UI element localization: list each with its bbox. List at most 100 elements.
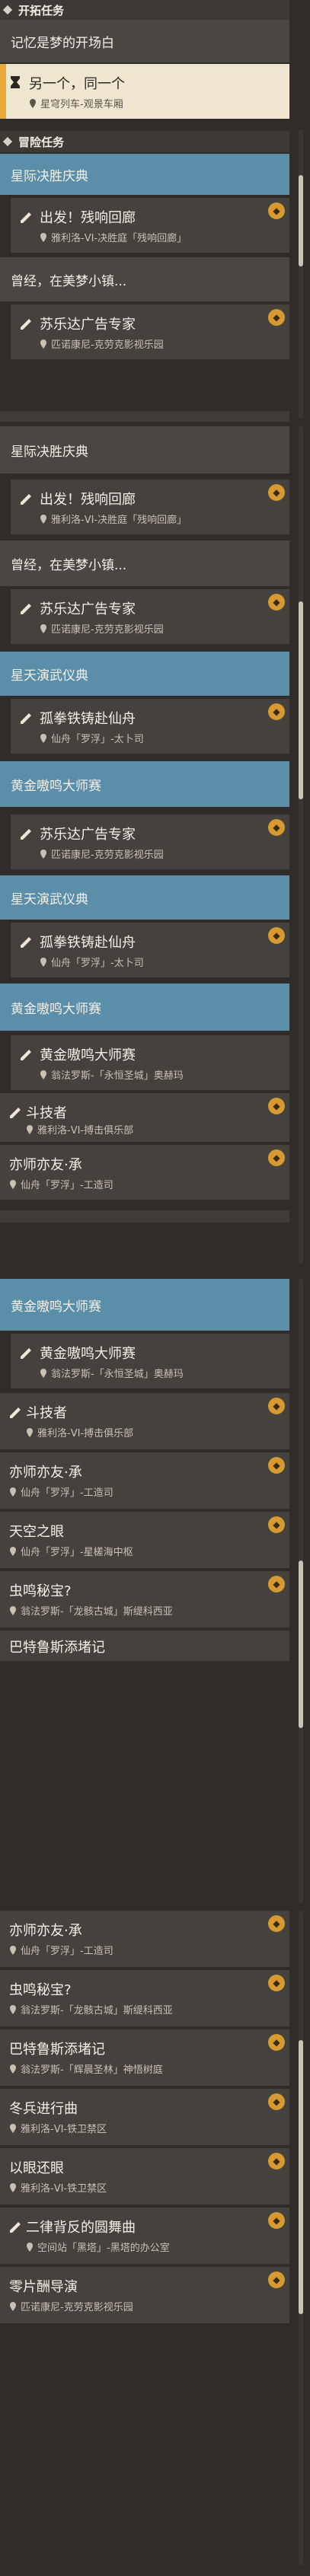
reward-badge-icon: ◆ (268, 819, 285, 836)
location-pin-icon (10, 2004, 16, 2014)
group-header-once[interactable]: 曾经，在美梦小镇... (0, 257, 289, 301)
quest-location: 雅利洛-VI-搏击俱乐部 (26, 1122, 133, 1137)
group-header-stardance[interactable]: 星天演武仪典 (0, 875, 289, 920)
location-pin-icon (40, 849, 46, 859)
group-header-golden[interactable]: 黄金嗷鸣大师赛 (0, 1279, 289, 1331)
hourglass-icon (11, 76, 20, 88)
quest-item-fighter[interactable]: 斗技者 雅利洛-VI-搏击俱乐部 ◆ (0, 1093, 289, 1142)
quest-marker-icon (21, 604, 31, 614)
scrollbar-track[interactable] (299, 129, 303, 419)
group-header-dream[interactable]: 记忆是梦的开场白 (0, 20, 289, 62)
quest-location: 匹诺康尼-克劳克影视乐园 (9, 2299, 133, 2313)
quest-location: 匹诺康尼-克劳克影视乐园 (40, 621, 164, 636)
quest-title: 亦师亦友·承 (9, 1157, 82, 1173)
quest-item-golden-master[interactable]: 黄金嗷鸣大师赛 翁法罗斯-「永恒圣城」奥赫玛 (11, 1035, 289, 1090)
quest-title: 苏乐达广告专家 (40, 601, 136, 617)
section-title: 开拓任务 (18, 3, 65, 18)
group-header-golden[interactable]: 黄金嗷鸣大师赛 (0, 761, 289, 807)
quest-location: 仙舟「罗浮」-星槎海中枢 (9, 1544, 133, 1558)
quest-item-teacher[interactable]: 亦师亦友·承 仙舟「罗浮」-工造司 ◆ (0, 1911, 289, 1967)
quest-location: 翁法罗斯-「永恒圣城」奥赫玛 (40, 1067, 184, 1082)
quest-item-eye4eye[interactable]: 以眼还眼 雅利洛-VI-铁卫禁区 ◆ (0, 2148, 289, 2205)
quest-location-text: 匹诺康尼-克劳克影视乐园 (51, 850, 164, 861)
location-pin-icon (10, 2123, 16, 2133)
quest-item-fist[interactable]: 孤拳铁铸赴仙舟 仙舟「罗浮」-太卜司 ◆ (11, 699, 289, 754)
quest-location-text: 仙舟「罗浮」-太卜司 (51, 958, 144, 969)
quest-marker-icon (10, 1408, 21, 1418)
location-pin-icon (10, 1945, 16, 1955)
quest-title: 斗技者 (26, 1405, 67, 1421)
quest-location-text: 仙舟「罗浮」-星槎海中枢 (21, 1547, 133, 1558)
reward-badge-icon: ◆ (268, 1975, 285, 1991)
reward-badge-icon: ◆ (268, 1915, 285, 1932)
reward-badge-icon: ◆ (268, 484, 285, 501)
quest-item-depart[interactable]: 出发！残响回廊 雅利洛-VI-决胜庭「残响回廊」 ◆ (11, 198, 289, 253)
quest-title: 巴特鲁斯添堵记 (9, 2042, 105, 2058)
scrollbar-thumb[interactable] (299, 175, 303, 266)
quest-title: 亦师亦友·承 (9, 1465, 82, 1481)
group-title: 黄金嗷鸣大师赛 (11, 1001, 101, 1017)
location-pin-icon (27, 1124, 33, 1134)
quest-item-batrus[interactable]: 巴特鲁斯添堵记 (0, 1631, 289, 1661)
location-pin-icon (40, 232, 46, 242)
quest-location-text: 雅利洛-VI-搏击俱乐部 (37, 1125, 134, 1137)
scrollbar-thumb[interactable] (299, 1561, 303, 1728)
quest-item-fist[interactable]: 孤拳铁铸赴仙舟 仙舟「罗浮」-太卜司 ◆ (11, 923, 289, 977)
quest-list-segment: 亦师亦友·承 仙舟「罗浮」-工造司 ◆ 虫鸣秘宝? 翁法罗斯-「龙骸古城」斯缇科… (0, 1911, 310, 2576)
quest-title: 天空之眼 (9, 1524, 64, 1540)
section-header-adventure: 冒险任务 (0, 131, 289, 152)
quest-location-text: 仙舟「罗浮」-工造司 (21, 1946, 113, 1957)
group-title: 星天演武仪典 (11, 668, 88, 684)
quest-location: 匹诺康尼-克劳克影视乐园 (40, 846, 164, 861)
quest-marker-icon (21, 212, 31, 223)
quest-item-sule[interactable]: 苏乐达广告专家 匹诺康尼-克劳克影视乐园 ◆ (11, 815, 289, 869)
quest-location-text: 星穹列车-观景车厢 (40, 99, 123, 110)
quest-item-teacher[interactable]: 亦师亦友·承 仙舟「罗浮」-工造司 ◆ (0, 1145, 289, 1200)
quest-location: 仙舟「罗浮」-工造司 (9, 1177, 113, 1191)
cutoff-row (0, 1210, 289, 1223)
location-pin-icon (10, 2064, 16, 2074)
quest-title: 冬兵进行曲 (9, 2101, 78, 2117)
group-header-star[interactable]: 星际决胜庆典 (0, 426, 289, 473)
quest-item-fighter[interactable]: 斗技者 雅利洛-VI-搏击俱乐部 ◆ (0, 1393, 289, 1449)
group-header-star[interactable]: 星际决胜庆典 (0, 154, 289, 195)
quest-item-depart[interactable]: 出发！残响回廊 雅利洛-VI-决胜庭「残响回廊」 ◆ (11, 480, 289, 534)
quest-item-bug[interactable]: 虫鸣秘宝? 翁法罗斯-「龙骸古城」斯缇科西亚 ◆ (0, 1970, 289, 2026)
location-pin-icon (10, 1179, 16, 1189)
quest-item-winter[interactable]: 冬兵进行曲 雅利洛-VI-铁卫禁区 ◆ (0, 2089, 289, 2145)
quest-item-another-one[interactable]: 另一个，同一个 星穹列车-观景车厢 (0, 64, 289, 119)
group-header-golden[interactable]: 黄金嗷鸣大师赛 (0, 984, 289, 1031)
quest-list-panel: 开拓任务 记忆是梦的开场白 另一个，同一个 星穹列车-观景车厢 冒险任务 星际决… (0, 0, 310, 2576)
quest-title: 以眼还眼 (9, 2160, 64, 2176)
scrollbar-thumb[interactable] (299, 601, 303, 799)
group-title: 星际决胜庆典 (11, 444, 88, 460)
quest-item-bug[interactable]: 虫鸣秘宝? 翁法罗斯-「龙骸古城」斯缇科西亚 ◆ (0, 1571, 289, 1628)
scrollbar-track[interactable] (299, 426, 303, 1264)
quest-item-batrus[interactable]: 巴特鲁斯添堵记 翁法罗斯-「辉晨圣林」神悟树庭 ◆ (0, 2029, 289, 2086)
quest-location-text: 匹诺康尼-克劳克影视乐园 (51, 624, 164, 636)
quest-item-teacher[interactable]: 亦师亦友·承 仙舟「罗浮」-工造司 ◆ (0, 1452, 289, 1509)
selected-indicator (0, 64, 6, 119)
reward-badge-icon: ◆ (268, 1457, 285, 1474)
quest-location: 雅利洛-VI-决胜庭「残响回廊」 (40, 230, 187, 244)
quest-title: 虫鸣秘宝? (9, 1982, 72, 1998)
group-header-stardance[interactable]: 星天演武仪典 (0, 652, 289, 696)
quest-location-text: 仙舟「罗浮」-工造司 (21, 1487, 113, 1499)
quest-location-text: 翁法罗斯-「辉晨圣林」神悟树庭 (21, 2064, 163, 2076)
quest-location: 星穹列车-观景车厢 (29, 96, 123, 110)
quest-item-sule[interactable]: 苏乐达广告专家 匹诺康尼-克劳克影视乐园 ◆ (11, 304, 289, 359)
group-title: 星际决胜庆典 (11, 168, 88, 184)
group-header-once[interactable]: 曾经，在美梦小镇... (0, 540, 289, 586)
scrollbar-thumb[interactable] (299, 2040, 303, 2314)
quest-location: 雅利洛-VI-决胜庭「残响回廊」 (40, 512, 187, 526)
section-header-trailblaze: 开拓任务 (0, 0, 289, 20)
quest-item-waltz[interactable]: 二律背反的圆舞曲 空间站「黑塔」-黑塔的办公室 ◆ (0, 2208, 289, 2264)
reward-badge-icon: ◆ (268, 2034, 285, 2051)
quest-item-golden-master[interactable]: 黄金嗷鸣大师赛 翁法罗斯-「永恒圣城」奥赫玛 (11, 1334, 289, 1388)
quest-item-skyeye[interactable]: 天空之眼 仙舟「罗浮」-星槎海中枢 ◆ (0, 1512, 289, 1568)
quest-location: 翁法罗斯-「龙骸古城」斯缇科西亚 (9, 1603, 173, 1618)
quest-item-zero[interactable]: 零片酬导演 匹诺康尼-克劳克影视乐园 ◆ (0, 2267, 289, 2323)
quest-item-sule[interactable]: 苏乐达广告专家 匹诺康尼-克劳克影视乐园 ◆ (11, 589, 289, 644)
location-pin-icon (10, 1546, 16, 1556)
location-pin-icon (40, 623, 46, 633)
